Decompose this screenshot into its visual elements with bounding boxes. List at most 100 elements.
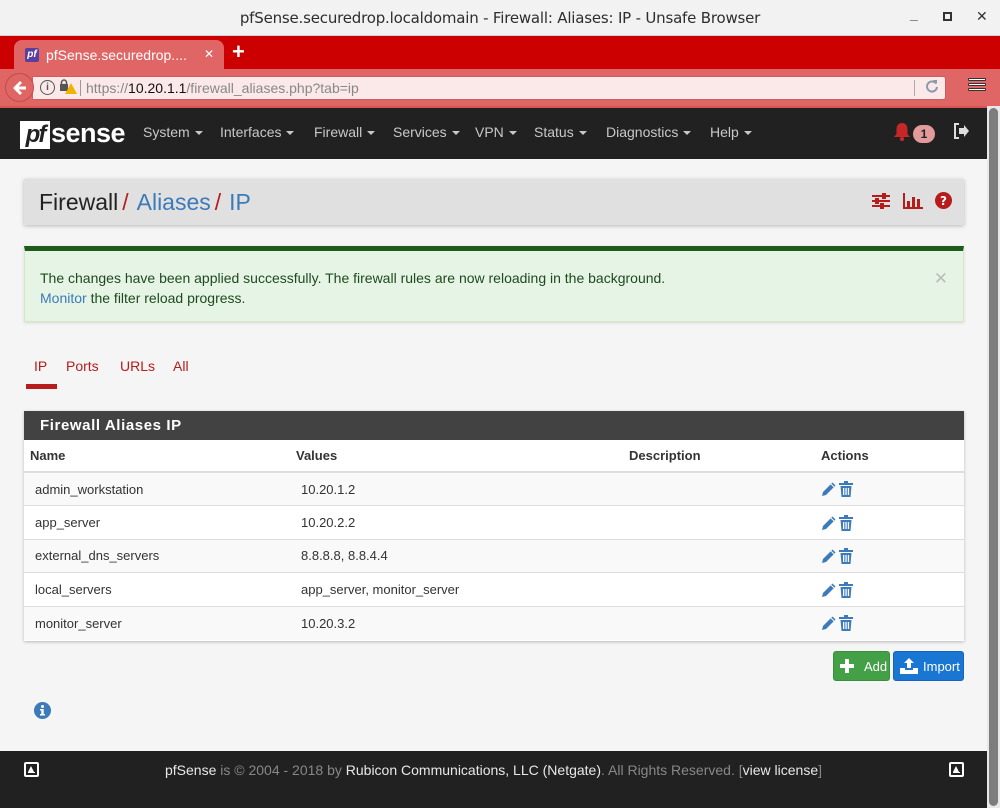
- menu-diagnostics[interactable]: Diagnostics: [606, 124, 692, 140]
- minimize-button[interactable]: _: [910, 6, 918, 22]
- browser-navbar: i https://10.20.1.1/firewall_aliases.php…: [0, 69, 1000, 106]
- caret-down-icon: [194, 131, 203, 136]
- plus-icon: [840, 659, 854, 673]
- add-button[interactable]: Add: [833, 651, 890, 681]
- edit-pencil-icon[interactable]: [821, 515, 837, 531]
- trash-icon[interactable]: [839, 581, 853, 598]
- main-navbar: pf sense System Interfaces Firewall Serv…: [0, 106, 987, 159]
- alert-close-icon[interactable]: ✕: [934, 269, 948, 289]
- page-header: Firewall / Aliases / IP ?: [24, 179, 964, 225]
- trash-icon[interactable]: [839, 548, 853, 565]
- breadcrumb-ip[interactable]: IP: [229, 189, 251, 215]
- alias-name: monitor_server: [24, 605, 290, 640]
- table-row[interactable]: admin_workstation 10.20.1.2: [24, 471, 964, 506]
- aliases-table: Name Values Description Actions admin_wo…: [24, 440, 964, 640]
- bell-icon[interactable]: [893, 122, 911, 142]
- row-actions: [815, 572, 964, 606]
- table-row[interactable]: external_dns_servers 8.8.8.8, 8.8.4.4: [24, 538, 964, 573]
- maximize-button[interactable]: [943, 8, 952, 24]
- menu-help[interactable]: Help: [710, 124, 752, 140]
- column-header-values[interactable]: Values: [290, 440, 623, 473]
- table-row[interactable]: monitor_server 10.20.3.2: [24, 605, 964, 640]
- scroll-top-icon[interactable]: [949, 762, 964, 777]
- column-header-name[interactable]: Name: [24, 440, 290, 473]
- footer-copyright: pfSense is © 2004 - 2018 by Rubicon Comm…: [165, 762, 822, 778]
- pfsense-favicon-icon: pf: [25, 48, 39, 62]
- row-actions: [815, 471, 964, 506]
- edit-pencil-icon[interactable]: [821, 548, 837, 564]
- caret-down-icon: [508, 131, 517, 136]
- column-header-actions: Actions: [815, 440, 964, 473]
- tab-close-icon[interactable]: ✕: [204, 47, 214, 61]
- alias-description: [623, 471, 815, 506]
- breadcrumb-firewall: Firewall: [39, 189, 119, 215]
- caret-down-icon: [683, 131, 692, 136]
- logout-icon[interactable]: [952, 122, 970, 140]
- close-window-button[interactable]: ✕: [976, 8, 988, 25]
- edit-pencil-icon[interactable]: [821, 582, 837, 598]
- new-tab-button[interactable]: +: [232, 40, 245, 64]
- table-row[interactable]: app_server 10.20.2.2: [24, 505, 964, 539]
- window-titlebar: pfSense.securedrop.localdomain - Firewal…: [0, 0, 1000, 36]
- alias-name: local_servers: [24, 572, 290, 606]
- breadcrumb-aliases[interactable]: Aliases: [137, 189, 211, 215]
- tab-ports[interactable]: Ports: [66, 358, 99, 374]
- reload-icon[interactable]: [925, 79, 939, 96]
- sliders-icon[interactable]: [872, 192, 891, 214]
- success-alert: The changes have been applied successful…: [24, 246, 964, 322]
- tab-ip[interactable]: IP: [25, 358, 58, 389]
- upload-icon: [900, 658, 918, 674]
- site-info-icon[interactable]: i: [40, 80, 55, 95]
- monitor-link[interactable]: Monitor: [40, 290, 87, 306]
- alias-description: [623, 505, 815, 539]
- menu-services[interactable]: Services: [393, 124, 460, 140]
- trash-icon[interactable]: [839, 615, 853, 632]
- row-actions: [815, 605, 964, 640]
- menu-status[interactable]: Status: [534, 124, 587, 140]
- alias-values: app_server, monitor_server: [290, 572, 623, 606]
- alert-message: The changes have been applied successful…: [40, 270, 666, 306]
- header-actions: ?: [864, 192, 952, 214]
- tab-urls[interactable]: URLs: [120, 358, 155, 374]
- bar-chart-icon[interactable]: [902, 192, 923, 214]
- alias-description: [623, 605, 815, 640]
- notification-badge[interactable]: 1: [913, 125, 935, 143]
- menu-firewall[interactable]: Firewall: [314, 124, 376, 140]
- caret-down-icon: [451, 131, 460, 136]
- help-icon[interactable]: ?: [935, 192, 952, 214]
- caret-down-icon: [578, 131, 587, 136]
- view-license-link[interactable]: view license: [743, 762, 818, 778]
- trash-icon[interactable]: [839, 481, 853, 498]
- table-row[interactable]: local_servers app_server, monitor_server: [24, 572, 964, 606]
- alias-name: app_server: [24, 505, 290, 539]
- import-button[interactable]: Import: [893, 651, 964, 681]
- breadcrumb: Firewall / Aliases / IP: [39, 189, 251, 215]
- url-bar[interactable]: i https://10.20.1.1/firewall_aliases.php…: [32, 76, 946, 100]
- browser-menu-button[interactable]: [968, 78, 988, 96]
- window-title: pfSense.securedrop.localdomain - Firewal…: [239, 9, 761, 27]
- edit-pencil-icon[interactable]: [821, 615, 837, 631]
- menu-system[interactable]: System: [143, 124, 203, 140]
- info-icon[interactable]: [34, 702, 51, 719]
- edit-pencil-icon[interactable]: [821, 481, 837, 497]
- browser-tab[interactable]: pf pfSense.securedrop.... ✕: [14, 40, 224, 69]
- tab-title: pfSense.securedrop....: [46, 47, 187, 63]
- svg-text:?: ?: [940, 194, 947, 208]
- scrollbar-thumb[interactable]: [989, 108, 998, 806]
- tab-all[interactable]: All: [173, 358, 189, 374]
- back-button[interactable]: [5, 73, 34, 102]
- aliases-panel: Firewall Aliases IP Name Values Descript…: [24, 411, 964, 641]
- footer: pfSense is © 2004 - 2018 by Rubicon Comm…: [0, 751, 987, 808]
- trash-icon[interactable]: [839, 514, 853, 531]
- row-actions: [815, 538, 964, 573]
- browser-tabbar: pf pfSense.securedrop.... ✕ +: [0, 36, 1000, 69]
- warning-icon: [65, 83, 77, 94]
- menu-vpn[interactable]: VPN: [475, 124, 517, 140]
- url-text[interactable]: https://10.20.1.1/firewall_aliases.php?t…: [86, 80, 359, 96]
- page-scrollbar[interactable]: [987, 106, 1000, 808]
- alias-values: 10.20.3.2: [290, 605, 623, 640]
- row-actions: [815, 505, 964, 539]
- alias-values: 10.20.1.2: [290, 471, 623, 506]
- column-header-description[interactable]: Description: [623, 440, 815, 473]
- menu-interfaces[interactable]: Interfaces: [220, 124, 295, 140]
